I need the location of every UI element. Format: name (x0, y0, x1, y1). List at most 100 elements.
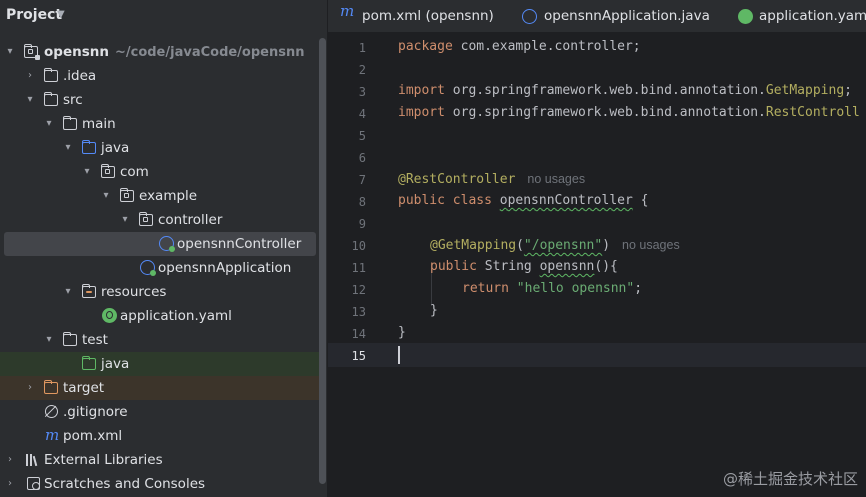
tree-item-label: controller (158, 212, 223, 228)
usages-hint[interactable]: no usages (527, 172, 585, 186)
tree-item-label: java (101, 140, 130, 156)
tree-item-example[interactable]: ▾ example (0, 184, 326, 208)
keyword: public class (398, 193, 492, 208)
expand-arrow-icon[interactable]: ▾ (62, 280, 74, 304)
keyword: return (462, 281, 509, 296)
tree-item-scratches[interactable]: › Scratches and Consoles (0, 472, 326, 496)
folder-icon (62, 332, 77, 346)
watermark: @稀土掘金技术社区 (722, 470, 858, 488)
line-number: 2 (358, 63, 366, 77)
tab-label: opensnnApplication.java (544, 8, 710, 24)
maven-icon: m (45, 426, 60, 444)
tree-item-label: opensnn (44, 44, 109, 60)
code-line-13: } (430, 303, 438, 318)
tree-item-test-java[interactable]: java (0, 352, 326, 376)
tree-item-label: test (82, 332, 108, 348)
expand-arrow-icon[interactable]: ▾ (24, 88, 36, 112)
annotation-ref: RestControll (765, 105, 860, 120)
editor[interactable]: m pom.xml (opensnn) opensnnApplication.j… (328, 0, 866, 497)
spring-leaf-icon (102, 308, 117, 323)
package-icon (138, 212, 153, 226)
tree-item-idea[interactable]: › .idea (0, 64, 326, 88)
line-number: 6 (358, 151, 366, 165)
folder-icon (43, 92, 58, 106)
expand-arrow-icon[interactable]: ▾ (4, 40, 16, 64)
tree-item-label: target (63, 380, 105, 396)
scratch-icon (27, 477, 40, 490)
tree-item-label: .idea (63, 68, 97, 84)
tab-opensnnapplication[interactable]: opensnnApplication.java (522, 0, 727, 33)
tree-item-pom[interactable]: m pom.xml (0, 424, 326, 448)
tree-item-java[interactable]: ▾ java (0, 136, 326, 160)
expand-arrow-icon[interactable]: ▾ (43, 328, 55, 352)
tree-item-gitignore[interactable]: .gitignore (0, 400, 326, 424)
annotation: @GetMapping (430, 238, 517, 253)
code-text: com.example.controller; (452, 39, 641, 54)
tree-item-src[interactable]: ▾ src (0, 88, 326, 112)
tree-item-com[interactable]: ▾ com (0, 160, 326, 184)
tab-label: application.yaml (759, 8, 866, 24)
line-number-current: 15 (351, 349, 366, 363)
code-line-10: @GetMapping("/opensnn") no usages (430, 234, 680, 256)
project-header[interactable]: Project ▼ (0, 0, 328, 33)
expand-arrow-icon[interactable]: › (24, 376, 36, 400)
expand-arrow-icon[interactable]: › (24, 64, 36, 88)
expand-arrow-icon[interactable]: ▾ (100, 184, 112, 208)
tab-pom[interactable]: m pom.xml (opensnn) (340, 0, 510, 33)
tree-item-main[interactable]: ▾ main (0, 112, 326, 136)
line-number: 3 (358, 85, 366, 99)
tree-item-external-libraries[interactable]: › External Libraries (0, 448, 326, 472)
tree-item-label: main (82, 116, 116, 132)
project-path: ~/code/javaCode/opensnn (114, 45, 305, 60)
tab-application-yaml[interactable]: application.yaml (738, 0, 866, 33)
tree-item-label: example (139, 188, 198, 204)
usages-hint[interactable]: no usages (622, 238, 680, 252)
expand-arrow-icon[interactable]: ▾ (119, 208, 131, 232)
source-folder-icon (81, 140, 96, 154)
code-text: (){ (594, 259, 618, 274)
tree-item-resources[interactable]: ▾ resources (0, 280, 326, 304)
expand-arrow-icon[interactable]: ▾ (62, 136, 74, 160)
annotation-ref: GetMapping (765, 83, 845, 98)
code-text: ( (516, 238, 524, 253)
annotation: @RestController (398, 172, 516, 187)
line-number: 7 (358, 173, 366, 187)
code-text: ) (602, 238, 611, 253)
line-number: 8 (358, 195, 366, 209)
expand-arrow-icon[interactable]: ▾ (43, 112, 55, 136)
expand-arrow-icon[interactable]: ▾ (81, 160, 93, 184)
tree-item-label: com (120, 164, 149, 180)
project-title[interactable]: Project (6, 7, 62, 23)
method-name: opensnn (539, 259, 595, 274)
line-number: 11 (351, 261, 366, 275)
tree-item-opensnn[interactable]: ▾ opensnn ~/code/javaCode/opensnn (0, 40, 326, 64)
panel-scrollbar[interactable] (319, 38, 326, 484)
tree-item-application-yaml[interactable]: application.yaml (0, 304, 326, 328)
expand-arrow-icon[interactable]: › (4, 448, 16, 472)
spring-class-icon (159, 236, 175, 252)
code-text: org.springframework.web.bind.annotation. (444, 83, 766, 98)
keyword: public (430, 259, 477, 274)
ignore-file-icon (45, 405, 58, 418)
code-text: org.springframework.web.bind.annotation. (444, 105, 766, 120)
line-number: 13 (351, 305, 366, 319)
line-number-gutter[interactable]: 1 2 3 4 5 6 7 8 9 10 11 12 13 14 15 (328, 33, 396, 497)
tree-item-target[interactable]: › target (0, 376, 326, 400)
spring-leaf-icon (738, 9, 753, 24)
current-line-highlight (328, 343, 866, 367)
code-line-1: package com.example.controller; (398, 36, 641, 58)
chevron-down-icon[interactable]: ▼ (57, 9, 65, 20)
code-line-8: public class opensnnController { (398, 190, 648, 212)
code-line-4: import org.springframework.web.bind.anno… (398, 102, 860, 124)
tree-item-opensnnapplication[interactable]: opensnnApplication (0, 256, 326, 280)
tree-item-controller[interactable]: ▾ controller (0, 208, 326, 232)
excluded-folder-icon (43, 380, 58, 394)
code-text: String (476, 259, 540, 274)
tree-item-label: opensnnController (177, 236, 302, 252)
spring-class-icon (140, 260, 156, 276)
tree-item-opensnncontroller[interactable]: opensnnController (4, 232, 316, 256)
tree-item-test[interactable]: ▾ test (0, 328, 326, 352)
expand-arrow-icon[interactable]: › (4, 472, 16, 496)
package-icon (119, 188, 134, 202)
package-icon (100, 164, 115, 178)
